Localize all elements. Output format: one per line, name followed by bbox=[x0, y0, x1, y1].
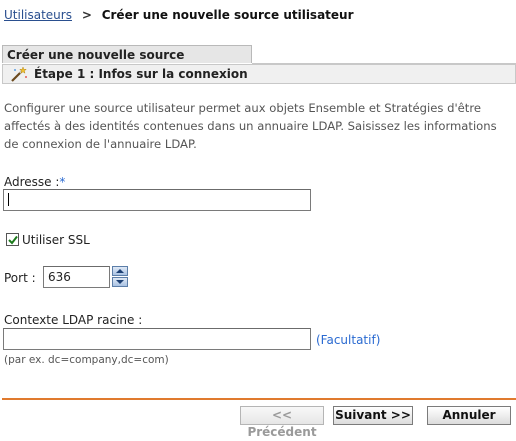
step-bar: Étape 1 : Infos sur la connexion bbox=[2, 64, 516, 84]
ssl-label[interactable]: Utiliser SSL bbox=[22, 233, 90, 247]
optional-note: (Facultatif) bbox=[316, 333, 381, 347]
port-spinner-up-button[interactable] bbox=[112, 266, 128, 276]
footer-divider bbox=[2, 398, 516, 400]
port-label: Port : bbox=[4, 271, 36, 285]
arrow-down-icon bbox=[116, 280, 124, 284]
address-label-text: Adresse : bbox=[4, 175, 60, 189]
text-cursor bbox=[8, 193, 9, 206]
port-spinner-down-button[interactable] bbox=[112, 277, 128, 287]
breadcrumb: Utilisateurs > Créer une nouvelle source… bbox=[4, 8, 354, 22]
next-button[interactable]: Suivant >> bbox=[333, 406, 413, 425]
port-spinner bbox=[112, 266, 128, 287]
wizard-wand-icon bbox=[10, 66, 28, 83]
step-title: Étape 1 : Infos sur la connexion bbox=[34, 67, 248, 81]
ldap-context-hint: (par ex. dc=company,dc=com) bbox=[4, 354, 169, 366]
cancel-button[interactable]: Annuler bbox=[427, 406, 511, 425]
breadcrumb-current: Créer une nouvelle source utilisateur bbox=[101, 8, 354, 22]
port-input[interactable] bbox=[43, 266, 110, 288]
ldap-context-label: Contexte LDAP racine : bbox=[4, 313, 143, 327]
arrow-up-icon bbox=[116, 269, 124, 273]
ssl-checkbox[interactable] bbox=[6, 233, 19, 246]
description-text: Configurer une source utilisateur permet… bbox=[4, 101, 497, 151]
address-input[interactable] bbox=[3, 189, 311, 211]
breadcrumb-link-utilisateurs[interactable]: Utilisateurs bbox=[4, 8, 72, 22]
address-label: Adresse :* bbox=[4, 175, 65, 189]
ldap-context-input[interactable] bbox=[3, 328, 311, 350]
wizard-title: Créer une nouvelle source utilisateur bbox=[2, 45, 252, 80]
required-marker: * bbox=[59, 175, 66, 189]
checkmark-icon bbox=[8, 235, 18, 245]
address-field-wrap bbox=[3, 189, 311, 211]
breadcrumb-separator: > bbox=[81, 8, 92, 22]
previous-button[interactable]: << Précédent bbox=[240, 406, 324, 439]
